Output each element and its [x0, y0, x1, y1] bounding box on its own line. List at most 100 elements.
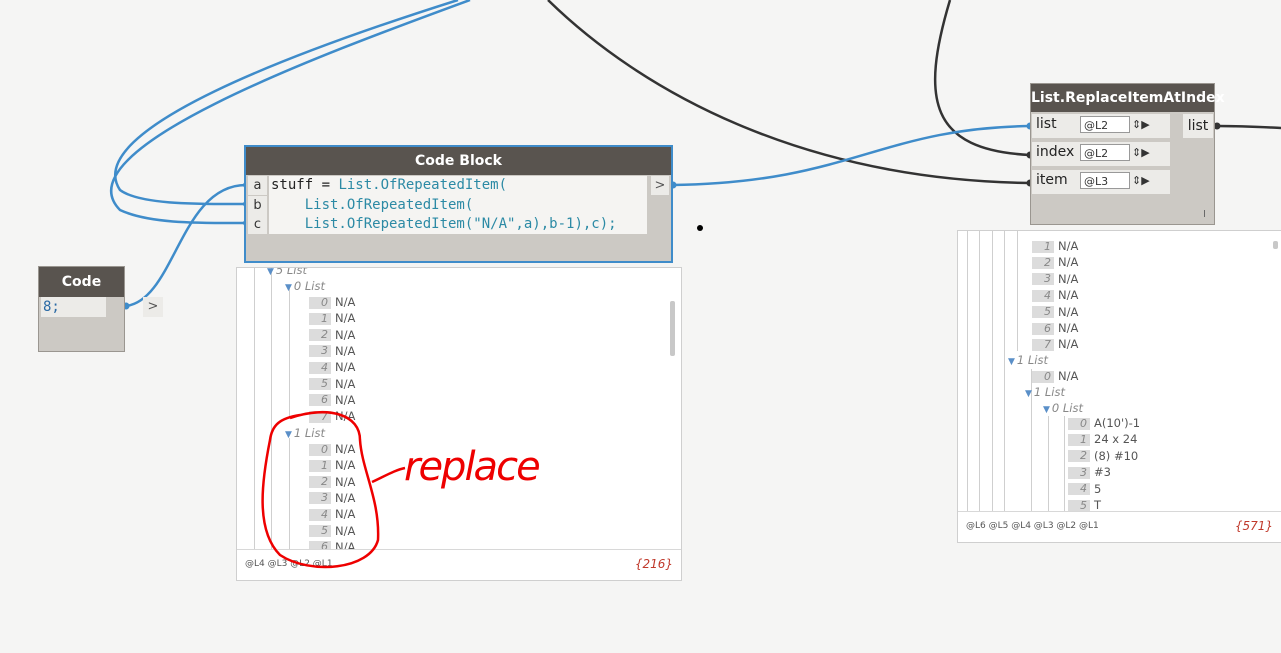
- list-item: 45: [1068, 481, 1101, 497]
- list-header-nested[interactable]: ▼ 1 List: [1025, 384, 1065, 400]
- item-value: N/A: [1058, 337, 1079, 352]
- item-index: 6: [1032, 322, 1054, 335]
- list-item: 7 N/A: [309, 408, 355, 424]
- lacing-dropdown[interactable]: @L3: [1080, 172, 1130, 189]
- spinner-icon[interactable]: ⇕▶: [1132, 146, 1150, 159]
- lacing-dropdown[interactable]: @L2: [1080, 116, 1130, 133]
- item-index: 2: [1032, 256, 1054, 269]
- item-index: 6: [309, 394, 331, 407]
- list-item: 2 N/A: [1032, 254, 1078, 270]
- list-item: 1 N/A: [309, 457, 355, 473]
- item-index: 3: [309, 492, 331, 505]
- list-header-inner[interactable]: ▼ 0 List: [1043, 400, 1083, 416]
- item-index: 4: [1032, 289, 1054, 302]
- spinner-icon[interactable]: ⇕▶: [1132, 118, 1150, 131]
- list-header-0[interactable]: ▼ 0 List: [285, 278, 325, 294]
- code-editor-small[interactable]: 8;: [41, 297, 106, 317]
- item-index: 3: [1032, 273, 1054, 286]
- item-value: N/A: [335, 295, 356, 309]
- list-item: 7 N/A: [1032, 336, 1078, 352]
- list-item: 0 A(10')-1: [1068, 415, 1140, 431]
- item-count: {216}: [634, 557, 673, 571]
- item-index: 2: [1068, 450, 1090, 463]
- item-value: N/A: [335, 360, 356, 375]
- item-index: 0: [309, 443, 331, 456]
- list-item: 1 24 x 24: [1068, 431, 1137, 447]
- item-index: 7: [309, 410, 331, 423]
- item-index: 2: [309, 476, 331, 489]
- level-indicators[interactable]: @L6 @L5 @L4 @L3 @L2 @L1: [966, 521, 1099, 531]
- item-index: 3: [1068, 466, 1090, 479]
- list-header-1[interactable]: ▼ 1 List: [1008, 352, 1048, 368]
- item-index: 5: [309, 525, 331, 537]
- wire-dark-loop: [933, 0, 1031, 157]
- item-value: N/A: [335, 458, 356, 473]
- wire-blue-a: [125, 183, 247, 308]
- list-item: 1 N/A: [309, 310, 355, 326]
- list-item: 3 N/A: [309, 343, 355, 359]
- port-label: list: [1036, 116, 1057, 132]
- list-item: 5 N/A: [309, 523, 355, 539]
- input-port-index[interactable]: index @L2 ⇕▶: [1032, 142, 1172, 166]
- item-index: 4: [309, 508, 331, 521]
- list-item: 4 N/A: [309, 506, 355, 522]
- code-block-small-node[interactable]: Code Block 8; >: [38, 266, 163, 352]
- list-item: 3 #3: [1068, 464, 1111, 480]
- input-port-item[interactable]: item @L3 ⇕▶: [1032, 170, 1172, 194]
- preview-bubble-right[interactable]: 1 N/A 2 N/A 3 N/A 4 N/A 5 N/A 6 N/A 7 N/A ▼ 1 List 0 N/…: [957, 230, 1281, 543]
- level-indicators[interactable]: @L4 @L3 @L2 @L1: [245, 559, 333, 569]
- item-count: {571}: [1234, 519, 1273, 533]
- item-value: N/A: [1058, 255, 1079, 270]
- spinner-icon[interactable]: ⇕▶: [1132, 174, 1150, 187]
- list-item: 5 N/A: [1032, 304, 1078, 320]
- preview-footer: @L6 @L5 @L4 @L3 @L2 @L1 {571}: [958, 511, 1281, 542]
- item-value: N/A: [1058, 271, 1079, 286]
- code-block-main-title[interactable]: Code Block: [246, 147, 671, 175]
- output-port-list[interactable]: list: [1183, 114, 1213, 138]
- item-value: 5: [1094, 481, 1102, 496]
- list-item: 6 N/A: [309, 392, 355, 408]
- item-value: (8) #10: [1094, 448, 1139, 463]
- item-index: 4: [1068, 483, 1090, 496]
- list-item: 1 N/A: [1032, 238, 1078, 254]
- list-header-top: ▼ 5 List: [267, 267, 307, 277]
- item-value: 24 x 24: [1094, 432, 1138, 447]
- item-index: 0: [309, 296, 331, 309]
- input-port-list[interactable]: list @L2 ⇕▶: [1032, 114, 1172, 138]
- replace-node-title[interactable]: List.ReplaceItemAtIndex: [1031, 84, 1225, 112]
- port-label: item: [1036, 172, 1068, 188]
- item-value: #3: [1094, 465, 1111, 480]
- list-item: 4 N/A: [1032, 287, 1078, 303]
- input-port-b[interactable]: b: [248, 195, 267, 215]
- item-value: N/A: [335, 409, 356, 424]
- preview-bubble-left[interactable]: ▼ 5 List ▼ 0 List 0 N/A 1 N/A 2 N/A 3 N/A 4 N/A 5 N/A…: [236, 267, 682, 581]
- list-header-1[interactable]: ▼ 1 List: [285, 425, 325, 441]
- port-label: index: [1036, 144, 1075, 160]
- item-index: 1: [309, 459, 331, 472]
- scrollbar[interactable]: [670, 301, 675, 356]
- list-item: 6 N/A: [1032, 320, 1078, 336]
- list-item: 0 N/A: [309, 441, 355, 457]
- output-port-small[interactable]: >: [143, 297, 163, 317]
- wire-dark-out: [1216, 124, 1281, 130]
- lacing-dropdown[interactable]: @L2: [1080, 144, 1130, 161]
- list-item: 4 N/A: [309, 359, 355, 375]
- item-index: 0: [1068, 417, 1090, 430]
- replace-item-at-index-node[interactable]: List.ReplaceItemAtIndex list @L2 ⇕▶ inde…: [1030, 83, 1225, 225]
- output-port[interactable]: >: [651, 176, 669, 195]
- scrollbar[interactable]: [1273, 241, 1278, 249]
- list-item: 2 (8) #10: [1068, 448, 1138, 464]
- item-index: 4: [309, 361, 331, 374]
- item-value: N/A: [335, 311, 356, 326]
- item-index: 1: [309, 312, 331, 325]
- input-port-c[interactable]: c: [248, 215, 267, 234]
- item-index: 7: [1032, 338, 1054, 351]
- item-index: 1: [1068, 433, 1090, 446]
- item-index: 5: [309, 378, 331, 390]
- code-block-small-title[interactable]: Code Block: [39, 267, 124, 320]
- list-item: 0 N/A: [309, 294, 355, 310]
- code-editor[interactable]: stuff = List.OfRepeatedItem( List.OfRepe…: [269, 176, 647, 234]
- resize-handle[interactable]: I: [1203, 209, 1206, 220]
- input-port-a[interactable]: a: [248, 176, 267, 195]
- code-block-main-node[interactable]: Code Block a b c stuff = List.OfRepeated…: [244, 145, 673, 263]
